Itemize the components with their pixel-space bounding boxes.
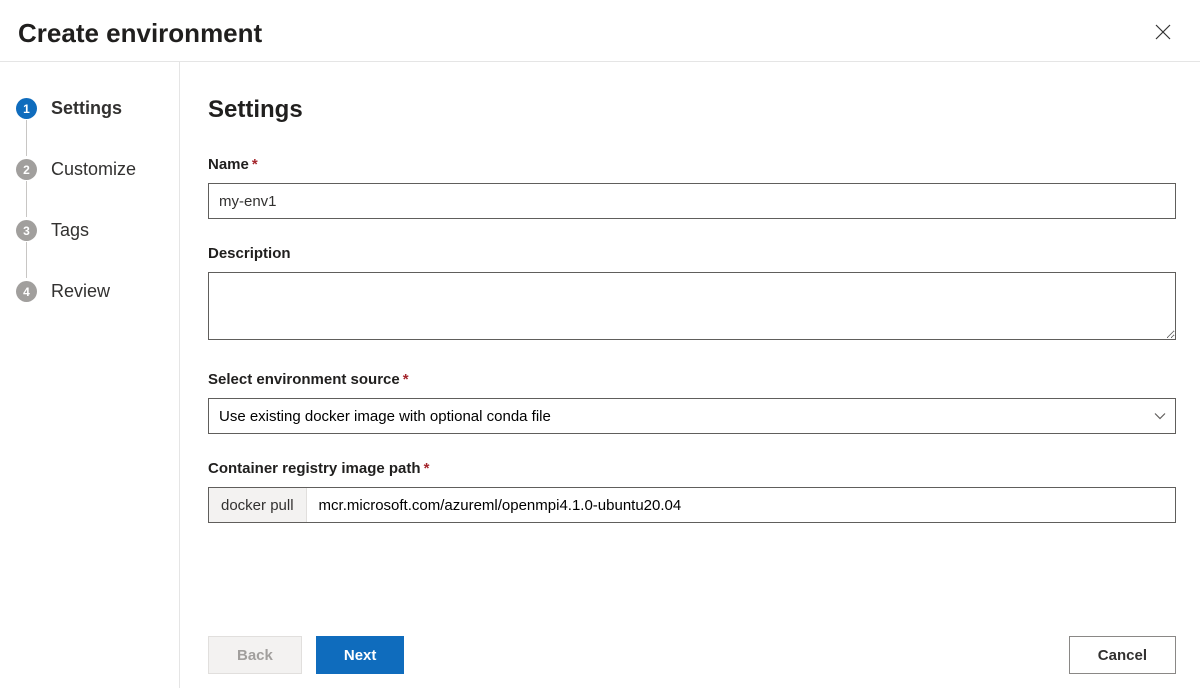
form-group-source: Select environment source* Use existing … — [208, 371, 1176, 434]
step-tags[interactable]: 3 Tags — [16, 220, 159, 281]
close-button[interactable] — [1150, 19, 1176, 49]
source-label: Select environment source* — [208, 371, 1176, 388]
name-input[interactable] — [208, 183, 1176, 219]
required-asterisk: * — [252, 156, 258, 173]
required-asterisk: * — [403, 371, 409, 388]
form-group-image-path: Container registry image path* docker pu… — [208, 460, 1176, 523]
dialog-header: Create environment — [0, 0, 1200, 62]
description-label: Description — [208, 245, 1176, 262]
image-path-input-group: docker pull — [208, 487, 1176, 523]
source-select[interactable]: Use existing docker image with optional … — [208, 398, 1176, 434]
step-label: Review — [51, 281, 110, 302]
dialog-body: 1 Settings 2 Customize 3 Tags 4 Review S… — [0, 62, 1200, 688]
cancel-button[interactable]: Cancel — [1069, 636, 1176, 674]
step-number: 4 — [16, 281, 37, 302]
step-connector — [26, 242, 27, 278]
section-heading: Settings — [208, 96, 1176, 124]
form-content: Settings Name* Description Select enviro… — [180, 62, 1200, 624]
description-input[interactable] — [208, 272, 1176, 340]
dialog-footer: Back Next Cancel — [180, 624, 1200, 688]
required-asterisk: * — [424, 460, 430, 477]
dialog-title: Create environment — [18, 18, 262, 49]
image-path-input[interactable] — [307, 488, 1175, 522]
form-group-name: Name* — [208, 156, 1176, 219]
step-label: Settings — [51, 98, 122, 119]
step-number: 2 — [16, 159, 37, 180]
back-button[interactable]: Back — [208, 636, 302, 674]
image-path-label: Container registry image path* — [208, 460, 1176, 477]
step-review[interactable]: 4 Review — [16, 281, 159, 302]
step-number: 3 — [16, 220, 37, 241]
step-label: Tags — [51, 220, 89, 241]
name-label: Name* — [208, 156, 1176, 173]
step-connector — [26, 181, 27, 217]
close-icon — [1154, 23, 1172, 41]
step-label: Customize — [51, 159, 136, 180]
step-number: 1 — [16, 98, 37, 119]
docker-pull-prefix: docker pull — [209, 488, 307, 522]
next-button[interactable]: Next — [316, 636, 405, 674]
step-settings[interactable]: 1 Settings — [16, 98, 159, 159]
step-list: 1 Settings 2 Customize 3 Tags 4 Review — [16, 98, 159, 302]
form-group-description: Description — [208, 245, 1176, 345]
wizard-sidebar: 1 Settings 2 Customize 3 Tags 4 Review — [0, 62, 180, 688]
step-connector — [26, 120, 27, 156]
main-panel: Settings Name* Description Select enviro… — [180, 62, 1200, 688]
source-select-wrapper: Use existing docker image with optional … — [208, 398, 1176, 434]
step-customize[interactable]: 2 Customize — [16, 159, 159, 220]
